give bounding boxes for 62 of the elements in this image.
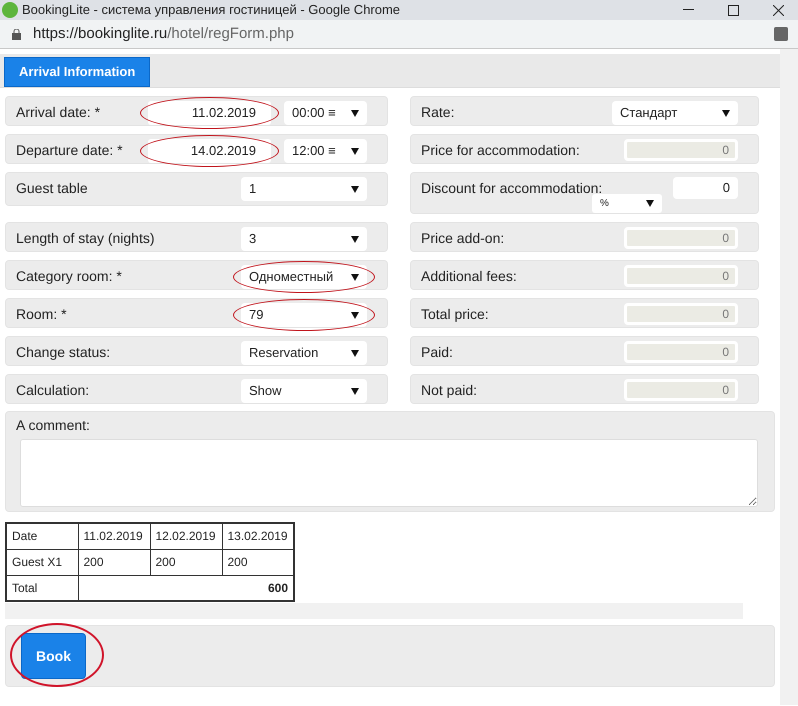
field-label: Departure date: * — [16, 141, 123, 160]
field-label: Room: * — [16, 305, 67, 324]
caret-icon — [351, 312, 359, 318]
readonly-field: 0 — [624, 139, 738, 161]
readonly-field: 0 — [624, 265, 738, 287]
discount-field[interactable]: 0 — [673, 177, 738, 199]
select-field[interactable]: Стандарт — [612, 101, 738, 125]
minimize-icon[interactable] — [683, 9, 694, 11]
select-field[interactable]: 3 — [241, 227, 367, 251]
table-cell: 200 — [150, 549, 222, 575]
tab[interactable]: Arrival Information — [4, 57, 150, 87]
caret-icon — [351, 110, 359, 116]
caret-icon — [351, 350, 359, 356]
field-label: Price for accommodation: — [421, 141, 580, 160]
field-label: A comment: — [16, 416, 91, 435]
field-label: Change status: — [16, 343, 110, 362]
caret-icon — [351, 236, 359, 242]
date-field[interactable]: 14.02.2019 — [148, 139, 271, 163]
table-cell: Guest X1 — [6, 549, 78, 575]
caret-icon — [646, 200, 654, 207]
field-label: Guest table — [16, 179, 88, 198]
readonly-field: 0 — [624, 303, 738, 325]
readonly-field: 0 — [624, 379, 738, 401]
window-title: BookingLite - система управления гостиницей - Google Chrome — [22, 1, 400, 20]
table-cell: 12.02.2019 — [150, 523, 222, 549]
field-label: Price add-on: — [421, 229, 504, 248]
select-field[interactable]: 1 — [241, 177, 367, 201]
date-field[interactable]: 11.02.2019 — [148, 101, 271, 125]
caret-icon — [351, 148, 359, 154]
field-label: Rate: — [421, 103, 454, 122]
maximize-icon[interactable] — [728, 4, 739, 16]
select-field[interactable]: 00:00 ≡ — [284, 101, 367, 125]
select-field[interactable]: Show — [241, 379, 367, 403]
select-field[interactable]: Reservation — [241, 341, 367, 365]
caret-icon — [351, 274, 359, 280]
field-label: Paid: — [421, 343, 453, 362]
scrollbar[interactable] — [780, 49, 798, 705]
field-label: Length of stay (nights) — [16, 229, 155, 248]
app-logo-icon — [2, 2, 18, 18]
table-cell: 11.02.2019 — [78, 523, 150, 549]
caret-icon — [351, 388, 359, 394]
readonly-field: 0 — [624, 227, 738, 249]
caret-icon — [722, 110, 730, 116]
field-label: Not paid: — [421, 381, 478, 400]
unit-select[interactable]: % — [592, 194, 662, 213]
table-cell: Date — [6, 523, 78, 549]
readonly-field: 0 — [624, 341, 738, 363]
field-label: Total price: — [421, 305, 489, 324]
field-label: Category room: * — [16, 267, 122, 286]
table-cell: 200 — [78, 549, 150, 575]
horizontal-scrollbar[interactable] — [5, 603, 743, 619]
caret-icon — [351, 186, 359, 192]
select-field[interactable]: 12:00 ≡ — [284, 139, 367, 163]
book-button[interactable]: Book — [21, 633, 86, 679]
field-label: Additional fees: — [421, 267, 517, 286]
lock-icon — [12, 28, 21, 40]
close-icon[interactable] — [773, 4, 784, 16]
select-field[interactable]: 79 — [241, 303, 367, 327]
field-label: Calculation: — [16, 381, 90, 400]
field-label: Arrival date: * — [16, 103, 100, 122]
select-field[interactable]: Одноместный — [241, 265, 367, 289]
comment-field[interactable] — [20, 439, 758, 507]
